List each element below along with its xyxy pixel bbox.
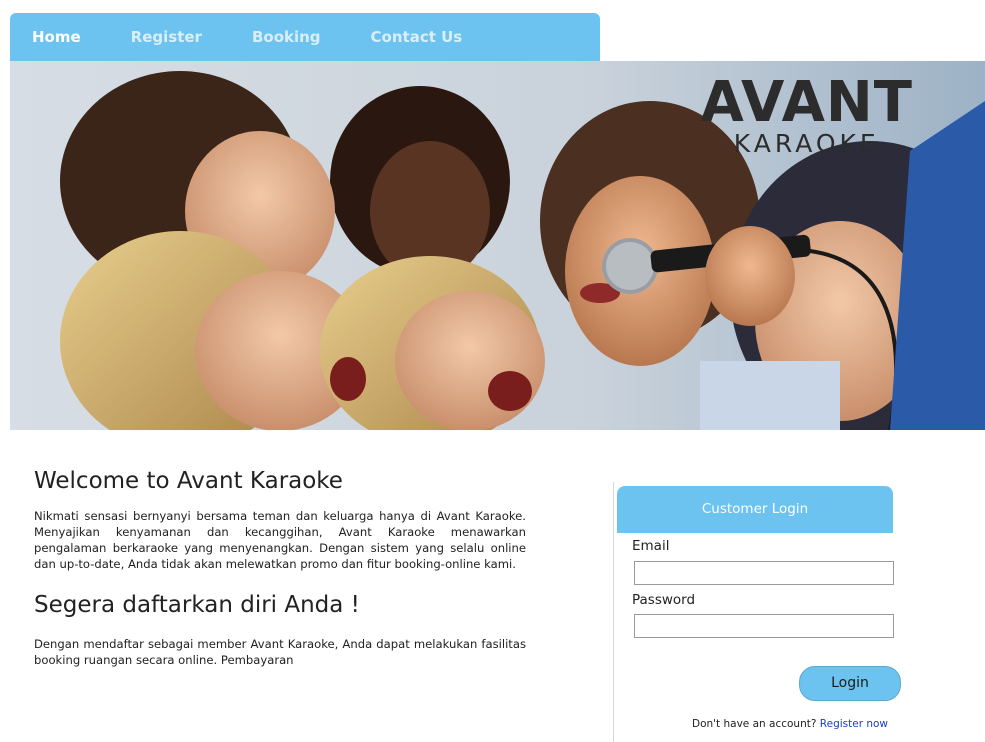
password-label: Password bbox=[632, 592, 696, 608]
hero-banner: AVANT KARAOKE bbox=[10, 61, 985, 430]
no-account-text: Don't have an account? bbox=[692, 718, 817, 730]
register-text: Dengan mendaftar sebagai member Avant Ka… bbox=[34, 637, 526, 667]
nav-contact-us[interactable]: Contact Us bbox=[371, 28, 463, 46]
register-title: Segera daftarkan diri Anda ! bbox=[34, 592, 360, 618]
brand-logo: AVANT KARAOKE bbox=[701, 75, 913, 157]
brand-logo-main: AVANT bbox=[700, 70, 913, 135]
nav-home[interactable]: Home bbox=[32, 28, 81, 46]
password-field[interactable] bbox=[634, 614, 894, 638]
welcome-text: Nikmati sensasi bernyanyi bersama teman … bbox=[34, 509, 526, 571]
login-panel-title: Customer Login bbox=[617, 486, 893, 533]
content-area: Welcome to Avant Karaoke Nikmati sensasi… bbox=[10, 430, 985, 742]
register-prompt: Don't have an account? Register now bbox=[692, 718, 888, 730]
register-now-link[interactable]: Register now bbox=[820, 718, 888, 730]
email-field[interactable] bbox=[634, 561, 894, 585]
login-button[interactable]: Login bbox=[799, 666, 901, 701]
main-column: Welcome to Avant Karaoke Nikmati sensasi… bbox=[34, 468, 526, 668]
nav-booking[interactable]: Booking bbox=[252, 28, 321, 46]
nav-spacer bbox=[600, 13, 985, 61]
email-label: Email bbox=[632, 538, 670, 554]
main-nav: Home Register Booking Contact Us bbox=[10, 13, 600, 61]
customer-login-panel: Customer Login Email Password Login Don'… bbox=[613, 482, 902, 742]
welcome-title: Welcome to Avant Karaoke bbox=[34, 468, 343, 494]
nav-register[interactable]: Register bbox=[131, 28, 202, 46]
